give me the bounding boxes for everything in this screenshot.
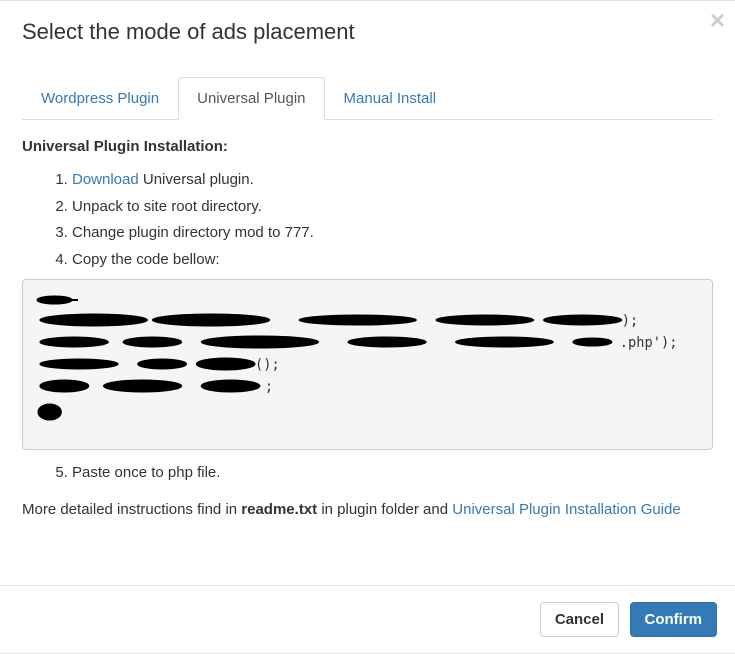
download-link[interactable]: Download [72,171,139,188]
close-icon[interactable]: × [710,7,725,33]
install-steps: Download Universal plugin. Unpack to sit… [22,169,713,271]
svg-text:.php');: .php'); [620,335,678,351]
step-3: Change plugin directory mod to 777. [72,222,713,245]
tabs-bar: Wordpress Plugin Universal Plugin Manual… [22,77,713,120]
modal-footer: Cancel Confirm [0,585,735,653]
code-snippet-box[interactable]: ); .php'); (); ; [22,279,713,450]
confirm-button[interactable]: Confirm [630,602,718,637]
tab-manual-install[interactable]: Manual Install [325,77,456,120]
modal-title: Select the mode of ads placement [22,19,713,45]
svg-text:;: ; [265,379,273,395]
cancel-button[interactable]: Cancel [540,602,619,637]
detail-prefix: More detailed instructions find in [22,501,241,518]
readme-filename: readme.txt [241,501,317,518]
redacted-code-icon: ); .php'); (); ; [35,292,700,432]
step-1-text: Universal plugin. [139,171,254,188]
step-2: Unpack to site root directory. [72,196,713,219]
modal-header: Select the mode of ads placement × [0,1,735,59]
step-1: Download Universal plugin. [72,169,713,192]
tab-universal-plugin[interactable]: Universal Plugin [178,77,324,120]
modal-body: Wordpress Plugin Universal Plugin Manual… [0,59,735,531]
section-title: Universal Plugin Installation: [22,138,713,155]
step-4: Copy the code bellow: [72,249,713,272]
detail-mid: in plugin folder and [317,501,452,518]
installation-guide-link[interactable]: Universal Plugin Installation Guide [452,501,680,518]
detail-text: More detailed instructions find in readm… [22,499,713,522]
install-steps-continued: Paste once to php file. [22,462,713,485]
svg-text:();: (); [255,357,280,373]
svg-text:);: ); [622,313,638,329]
step-5: Paste once to php file. [72,462,713,485]
tab-wordpress-plugin[interactable]: Wordpress Plugin [22,77,178,120]
